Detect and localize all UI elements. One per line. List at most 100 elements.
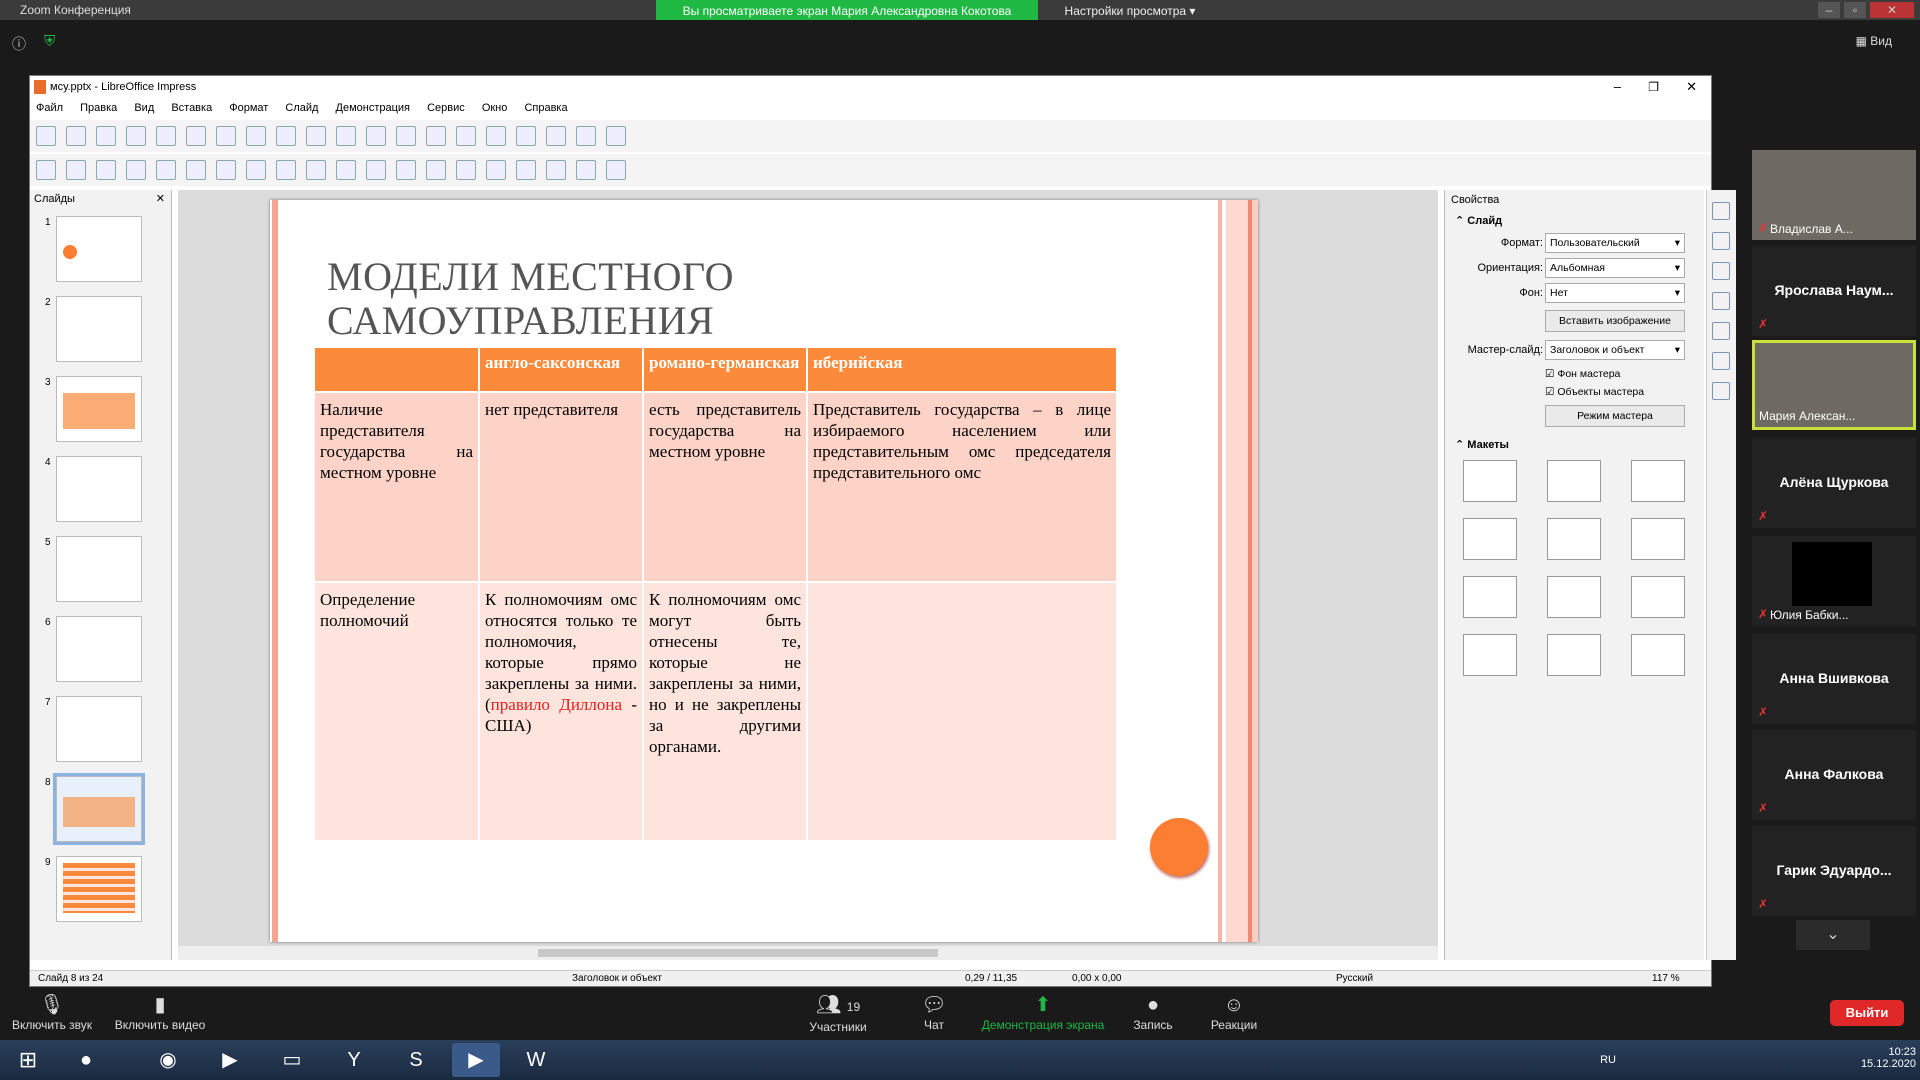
properties-tab-icon[interactable] [1712, 202, 1730, 220]
export-pdf-icon[interactable] [126, 126, 146, 146]
master-select[interactable]: Заголовок и объект ▾ [1545, 340, 1685, 360]
ellipse-icon[interactable] [216, 160, 236, 180]
status-zoom[interactable]: 117 % [1652, 973, 1680, 984]
participants-button[interactable]: 👥︎ 19 Участники [796, 994, 880, 1034]
layout-title-4content[interactable] [1547, 634, 1601, 676]
menu-slide[interactable]: Слайд [285, 98, 318, 118]
print-icon[interactable] [156, 126, 176, 146]
reactions-button[interactable]: ☺ Реакции [1206, 994, 1262, 1032]
master-slides-tab-icon[interactable] [1712, 292, 1730, 310]
participant-tile[interactable]: ✗ Владислав А... [1752, 150, 1916, 240]
horizontal-scrollbar[interactable] [178, 946, 1438, 960]
flowchart-icon[interactable] [426, 160, 446, 180]
master-mode-button[interactable]: Режим мастера [1545, 405, 1685, 427]
find-icon[interactable] [336, 126, 356, 146]
table-cell[interactable]: К полномочиям омс могут быть отнесены те… [643, 581, 808, 840]
orientation-select[interactable]: Альбомная ▾ [1545, 258, 1685, 278]
menu-format[interactable]: Формат [229, 98, 268, 118]
slides-pane-close-icon[interactable]: ✕ [156, 192, 165, 205]
maximize-button[interactable]: ▫ [1844, 2, 1866, 18]
participant-tile[interactable]: Ярослава Наум... ✗ [1752, 246, 1916, 336]
redo-icon[interactable] [306, 126, 326, 146]
grid-icon[interactable] [396, 126, 416, 146]
layout-title-only[interactable] [1547, 518, 1601, 560]
clock-time[interactable]: 10:23 [1861, 1046, 1916, 1058]
insert-image-button[interactable]: Вставить изображение [1545, 310, 1685, 332]
open-icon[interactable] [66, 126, 86, 146]
participant-tile[interactable]: Гарик Эдуардо... ✗ [1752, 826, 1916, 916]
rotate-icon[interactable] [546, 160, 566, 180]
alice-app-icon[interactable]: ● [62, 1043, 110, 1077]
status-language[interactable]: Русский [1336, 973, 1373, 984]
menu-window[interactable]: Окно [482, 98, 508, 118]
word-icon[interactable]: W [512, 1043, 560, 1077]
table-header-cell[interactable]: иберийская [807, 348, 1118, 392]
table-cell[interactable]: К полномочиям омс относятся только те по… [479, 581, 644, 840]
menu-slideshow[interactable]: Демонстрация [336, 98, 411, 118]
mute-button[interactable]: 🎙︎ Включить звук [10, 994, 94, 1032]
shadow-icon[interactable] [606, 160, 626, 180]
format-select[interactable]: Пользовательский ▾ [1545, 233, 1685, 253]
close-button[interactable]: ✕ [1870, 2, 1914, 18]
navigator-tab-icon[interactable] [1712, 382, 1730, 400]
slide-thumbnail[interactable]: 1 [45, 216, 142, 282]
line-color-icon[interactable] [96, 160, 116, 180]
menu-help[interactable]: Справка [524, 98, 567, 118]
layouts-section-header[interactable]: ⌃ Макеты [1445, 436, 1519, 456]
animation-tab-icon[interactable] [1712, 262, 1730, 280]
display-views-icon[interactable] [426, 126, 446, 146]
language-indicator[interactable]: RU [1600, 1054, 1616, 1066]
scroll-down-chevron-icon[interactable]: ⌄ [1796, 920, 1870, 950]
table-header-cell[interactable] [315, 348, 480, 392]
callout-icon[interactable] [456, 160, 476, 180]
skype-icon[interactable]: S [392, 1043, 440, 1077]
fontwork-icon[interactable] [576, 126, 596, 146]
table-cell[interactable]: Определение полномочий [315, 581, 480, 840]
table-cell[interactable] [807, 581, 1118, 840]
menu-edit[interactable]: Правка [80, 98, 117, 118]
layout-centered-text[interactable] [1631, 518, 1685, 560]
security-shield-icon[interactable]: ⛨ [44, 33, 55, 50]
select-icon[interactable] [36, 160, 56, 180]
slide-title[interactable]: МОДЕЛИ МЕСТНОГО САМОУПРАВЛЕНИЯ [327, 255, 967, 343]
slide-thumbnail[interactable]: 2 [45, 296, 142, 362]
3d-objects-icon[interactable] [516, 160, 536, 180]
table-header-cell[interactable]: романо-германская [643, 348, 808, 392]
line-icon[interactable] [156, 160, 176, 180]
table-cell[interactable]: есть представитель государства на местно… [643, 391, 808, 582]
image-icon[interactable] [456, 126, 476, 146]
layout-title[interactable] [1631, 460, 1685, 502]
chrome-icon[interactable]: ◉ [144, 1043, 192, 1077]
slide-thumbnail-selected[interactable]: 8 [45, 773, 145, 845]
slide-thumbnail[interactable]: 5 [45, 536, 142, 602]
table-cell[interactable]: Представитель государства – в лице избир… [807, 391, 1118, 582]
menu-file[interactable]: Файл [36, 98, 63, 118]
participant-tile[interactable]: Алёна Щуркова ✗ [1752, 438, 1916, 528]
rectangle-icon[interactable] [186, 160, 206, 180]
slide-editing-area[interactable]: МОДЕЛИ МЕСТНОГО САМОУПРАВЛЕНИЯ англо-сак… [178, 190, 1438, 960]
slide-thumbnail[interactable]: 9 [45, 856, 142, 922]
slide-table[interactable]: англо-саксонская романо-германская ибери… [315, 348, 1118, 840]
master-objects-checkbox[interactable]: ☑ Объекты мастера [1545, 386, 1644, 398]
layout-title-content-2content[interactable] [1547, 576, 1601, 618]
save-icon[interactable] [96, 126, 116, 146]
table-cell[interactable]: Наличие представителя государства на мес… [315, 391, 480, 582]
start-button[interactable]: ⊞ [4, 1043, 52, 1077]
menu-tools[interactable]: Сервис [427, 98, 465, 118]
video-button[interactable]: ▮ Включить видео [112, 994, 208, 1032]
view-settings-dropdown[interactable]: Настройки просмотра ▾ [1050, 0, 1210, 22]
textbox-icon[interactable] [546, 126, 566, 146]
star-icon[interactable] [486, 160, 506, 180]
record-button[interactable]: ● Запись [1128, 994, 1178, 1032]
connector-icon[interactable] [306, 160, 326, 180]
media-player-icon[interactable]: ▶ [206, 1043, 254, 1077]
slide-thumbnail[interactable]: 6 [45, 616, 142, 682]
slide-section-header[interactable]: ⌃ Слайд [1445, 212, 1512, 232]
participant-tile[interactable]: Анна Вшивкова ✗ [1752, 634, 1916, 724]
gallery-tab-icon[interactable] [1712, 352, 1730, 370]
fill-color-icon[interactable] [126, 160, 146, 180]
lo-restore-button[interactable]: ❐ [1648, 76, 1659, 98]
slide-transition-tab-icon[interactable] [1712, 232, 1730, 250]
layout-blank[interactable] [1463, 460, 1517, 502]
styles-tab-icon[interactable] [1712, 322, 1730, 340]
